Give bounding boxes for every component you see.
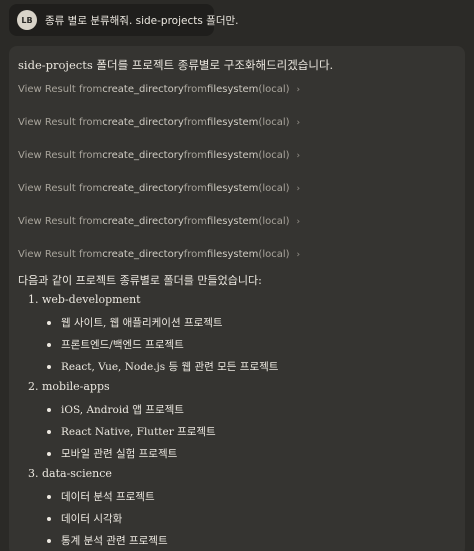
tool-result-mid: from <box>183 183 208 194</box>
user-message-text: 종류 별로 분류해줘. side-projects 폴더만. <box>45 14 239 27</box>
bullet-dot-icon <box>47 364 51 369</box>
list-item: 모바일 관련 실험 프로젝트 <box>47 446 177 461</box>
tool-result-row[interactable]: View Result from create_directory from f… <box>18 183 300 194</box>
tool-result-row[interactable]: View Result from create_directory from f… <box>18 249 300 260</box>
bullet-dot-icon <box>47 342 51 347</box>
tool-result-suffix: (local) <box>258 84 290 95</box>
tool-name: create_directory <box>102 117 184 128</box>
tool-name: create_directory <box>102 150 184 161</box>
tool-name: create_directory <box>102 183 184 194</box>
list-item-text: 모바일 관련 실험 프로젝트 <box>61 448 178 460</box>
user-message: LB 종류 별로 분류해줘. side-projects 폴더만. <box>9 4 239 36</box>
tool-result-prefix: View Result from <box>18 183 103 194</box>
tool-result-suffix: (local) <box>258 150 290 161</box>
tool-result-row[interactable]: View Result from create_directory from f… <box>18 216 300 227</box>
tool-result-suffix: (local) <box>258 183 290 194</box>
server-name: filesystem <box>207 216 259 227</box>
tool-name: create_directory <box>102 84 184 95</box>
list-item: 데이터 시각화 <box>47 511 122 526</box>
list-item-text: 통계 분석 관련 프로젝트 <box>61 535 168 547</box>
assistant-message: side-projects 폴더를 프로젝트 종류별로 구조화해드리겠습니다. … <box>9 46 465 551</box>
tool-result-mid: from <box>183 249 208 260</box>
bullet-dot-icon <box>47 407 51 412</box>
summary-text: 다음과 같이 프로젝트 종류별로 폴더를 만들었습니다: <box>18 274 262 287</box>
tool-name: create_directory <box>102 249 184 260</box>
list-item: React Native, Flutter 프로젝트 <box>47 424 216 439</box>
tool-result-mid: from <box>183 117 208 128</box>
tool-result-mid: from <box>183 150 208 161</box>
tool-result-row[interactable]: View Result from create_directory from f… <box>18 84 300 95</box>
list-item: 통계 분석 관련 프로젝트 <box>47 533 168 548</box>
server-name: filesystem <box>207 249 259 260</box>
category-heading: 3. data-science <box>28 467 112 480</box>
tool-result-row[interactable]: View Result from create_directory from f… <box>18 117 300 128</box>
list-item-text: 데이터 시각화 <box>61 513 123 525</box>
chevron-right-icon: › <box>296 216 301 227</box>
tool-result-suffix: (local) <box>258 216 290 227</box>
chevron-right-icon: › <box>296 117 301 128</box>
tool-result-prefix: View Result from <box>18 84 103 95</box>
chevron-right-icon: › <box>296 150 301 161</box>
chat-page: LB 종류 별로 분류해줘. side-projects 폴더만. side-p… <box>0 0 474 551</box>
chevron-right-icon: › <box>296 84 301 95</box>
list-item: 프론트엔드/백엔드 프로젝트 <box>47 337 184 352</box>
list-item-text: 웹 사이트, 웹 애플리케이션 프로젝트 <box>61 317 223 329</box>
tool-result-prefix: View Result from <box>18 117 103 128</box>
list-item-text: iOS, Android 앱 프로젝트 <box>61 404 184 416</box>
tool-result-mid: from <box>183 216 208 227</box>
user-avatar: LB <box>17 10 37 30</box>
tool-result-prefix: View Result from <box>18 249 103 260</box>
list-item-text: 프론트엔드/백엔드 프로젝트 <box>61 339 184 351</box>
list-item: iOS, Android 앱 프로젝트 <box>47 402 184 417</box>
tool-result-mid: from <box>183 84 208 95</box>
tool-result-row[interactable]: View Result from create_directory from f… <box>18 150 300 161</box>
bullet-dot-icon <box>47 451 51 456</box>
category-heading: 2. mobile-apps <box>28 380 110 393</box>
bullet-dot-icon <box>47 429 51 434</box>
tool-name: create_directory <box>102 216 184 227</box>
list-item: React, Vue, Node.js 등 웹 관련 모든 프로젝트 <box>47 359 278 374</box>
list-item: 데이터 분석 프로젝트 <box>47 489 155 504</box>
chevron-right-icon: › <box>296 183 301 194</box>
tool-result-prefix: View Result from <box>18 150 103 161</box>
server-name: filesystem <box>207 183 259 194</box>
bullet-dot-icon <box>47 320 51 325</box>
tool-result-prefix: View Result from <box>18 216 103 227</box>
bullet-dot-icon <box>47 516 51 521</box>
bullet-dot-icon <box>47 538 51 543</box>
chevron-right-icon: › <box>296 249 301 260</box>
list-item-text: React, Vue, Node.js 등 웹 관련 모든 프로젝트 <box>61 361 279 373</box>
server-name: filesystem <box>207 117 259 128</box>
server-name: filesystem <box>207 150 259 161</box>
server-name: filesystem <box>207 84 259 95</box>
category-heading: 1. web-development <box>28 293 141 306</box>
assistant-intro: side-projects 폴더를 프로젝트 종류별로 구조화해드리겠습니다. <box>18 58 334 72</box>
tool-result-suffix: (local) <box>258 117 290 128</box>
tool-result-suffix: (local) <box>258 249 290 260</box>
list-item-text: 데이터 분석 프로젝트 <box>61 491 155 503</box>
bullet-dot-icon <box>47 494 51 499</box>
list-item-text: React Native, Flutter 프로젝트 <box>61 426 216 438</box>
list-item: 웹 사이트, 웹 애플리케이션 프로젝트 <box>47 315 223 330</box>
